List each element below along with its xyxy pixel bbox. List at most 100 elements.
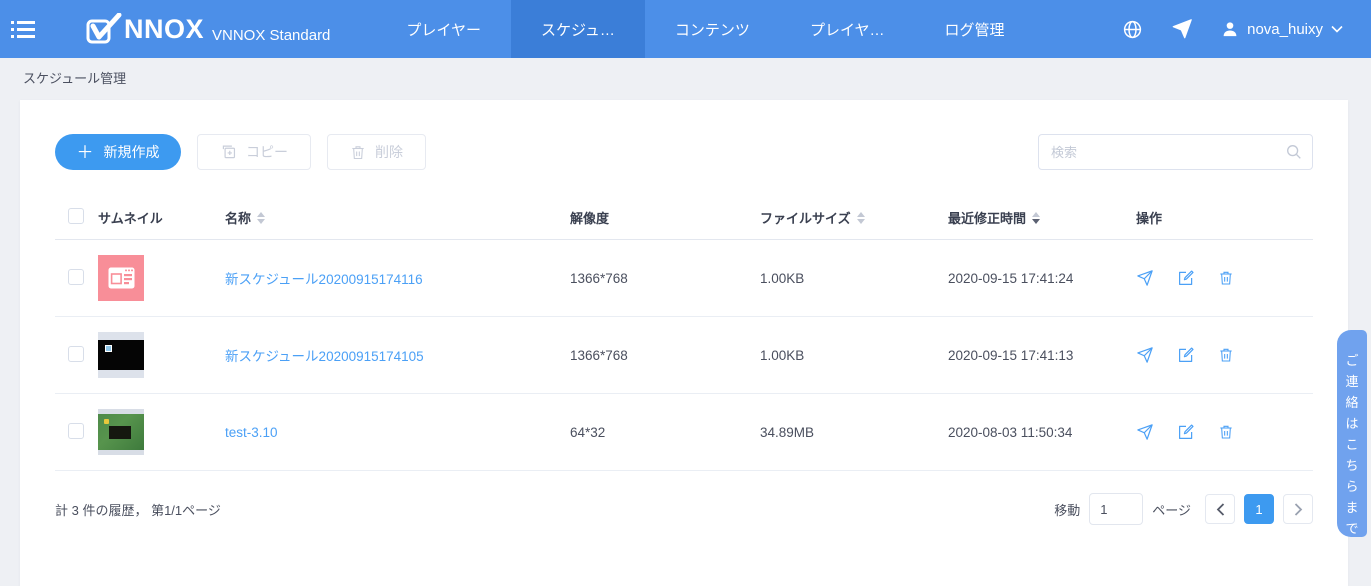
main-card: ＋ 新規作成 コピー 削除 [20, 100, 1348, 586]
search-icon[interactable] [1285, 143, 1303, 166]
layout-thumbnail-icon [108, 267, 135, 289]
table-header-row: サムネイル 名称 解像度 ファイルサイズ 最近修正時間 操 [55, 196, 1313, 240]
row-checkbox[interactable] [68, 346, 84, 362]
search-input[interactable] [1038, 134, 1313, 170]
table-row: 新スケジュール20200915174105 1366*768 1.00KB 20… [55, 317, 1313, 394]
nav-item-0[interactable]: プレイヤー [376, 0, 511, 58]
chevron-left-icon [1216, 503, 1225, 516]
nav-item-label: プレイヤ… [810, 19, 885, 40]
toolbar: ＋ 新規作成 コピー 削除 [20, 100, 1348, 170]
delete-icon[interactable] [1218, 346, 1234, 364]
publish-icon[interactable] [1136, 423, 1154, 441]
table-body: 新スケジュール20200915174116 1366*768 1.00KB 20… [55, 240, 1313, 471]
row-checkbox[interactable] [68, 269, 84, 285]
modified-value: 2020-09-15 17:41:13 [948, 348, 1136, 363]
thumbnail[interactable] [98, 409, 144, 455]
row-actions [1136, 423, 1313, 441]
contact-tab-text: ご連絡はこちらまで [1345, 350, 1358, 539]
row-actions [1136, 269, 1313, 287]
thumbnail[interactable] [98, 332, 144, 378]
contact-us-tab[interactable]: ご連絡はこちらまで [1337, 330, 1367, 537]
circuit-board-chip [109, 426, 131, 439]
table-row: test-3.10 64*32 34.89MB 2020-08-03 11:50… [55, 394, 1313, 471]
user-icon [1221, 20, 1239, 38]
schedule-table: サムネイル 名称 解像度 ファイルサイズ 最近修正時間 操 [55, 196, 1313, 471]
filesize-value: 1.00KB [760, 271, 948, 286]
edit-icon[interactable] [1177, 269, 1195, 287]
publish-icon[interactable] [1136, 346, 1154, 364]
user-menu[interactable]: nova_huixy [1221, 20, 1343, 38]
nav-item-4[interactable]: ログ管理 [915, 0, 1035, 58]
row-actions [1136, 346, 1313, 364]
navbar-right: nova_huixy [1122, 0, 1371, 58]
select-all-checkbox[interactable] [68, 208, 84, 224]
delete-icon[interactable] [1218, 269, 1234, 287]
delete-button[interactable]: 削除 [327, 134, 426, 170]
trash-icon [350, 144, 366, 161]
search-box [1038, 134, 1313, 170]
table-row: 新スケジュール20200915174116 1366*768 1.00KB 20… [55, 240, 1313, 317]
sort-modified-control[interactable] [1032, 212, 1040, 224]
page-1-button[interactable]: 1 [1244, 494, 1274, 524]
list-menu-icon [11, 21, 35, 38]
schedule-name-link[interactable]: test-3.10 [225, 425, 278, 440]
nav-item-label: スケジュ… [541, 19, 615, 40]
edit-icon[interactable] [1177, 346, 1195, 364]
chevron-down-icon [1331, 25, 1343, 33]
schedule-name-link[interactable]: 新スケジュール20200915174116 [225, 272, 423, 287]
sort-filesize-control[interactable] [857, 212, 865, 224]
plus-icon: ＋ [77, 144, 94, 161]
nav-item-1[interactable]: スケジュ… [511, 0, 645, 58]
next-page-button[interactable] [1283, 494, 1313, 524]
header-filesize: ファイルサイズ [760, 208, 851, 227]
edit-icon[interactable] [1177, 423, 1195, 441]
goto-label: 移動 [1054, 500, 1080, 519]
nav-item-3[interactable]: プレイヤ… [780, 0, 915, 58]
schedule-name-link[interactable]: 新スケジュール20200915174105 [225, 349, 424, 364]
delete-icon[interactable] [1218, 423, 1234, 441]
username: nova_huixy [1247, 21, 1323, 38]
resolution-value: 1366*768 [570, 271, 760, 286]
circuit-board-component [104, 419, 109, 424]
breadcrumb-bar: スケジュール管理 [0, 58, 1371, 96]
publish-icon[interactable] [1136, 269, 1154, 287]
filesize-value: 1.00KB [760, 348, 948, 363]
header-name: 名称 [225, 208, 251, 227]
pagination: 移動 ページ 1 [1054, 493, 1313, 525]
header-resolution: 解像度 [570, 208, 760, 227]
logo-subtitle: VNNOX Standard [212, 27, 330, 44]
new-schedule-button[interactable]: ＋ 新規作成 [55, 134, 181, 170]
vnnox-logo-icon [86, 13, 122, 45]
top-navbar: NNOX VNNOX Standard プレイヤー スケジュ… コンテンツ プレイヤ…… [0, 0, 1371, 58]
nav-item-2[interactable]: コンテンツ [645, 0, 780, 58]
thumbnail[interactable] [98, 255, 144, 301]
chevron-right-icon [1294, 503, 1303, 516]
menu-toggle-button[interactable] [0, 0, 46, 58]
screen-thumbnail-widget [105, 345, 112, 352]
header-modified: 最近修正時間 [948, 208, 1026, 227]
records-summary: 計 3 件の履歴， 第1/1ページ [55, 500, 221, 519]
modified-value: 2020-08-03 11:50:34 [948, 425, 1136, 440]
breadcrumb: スケジュール管理 [23, 68, 126, 87]
row-checkbox[interactable] [68, 423, 84, 439]
page-label: ページ [1152, 500, 1191, 519]
publish-plane-icon[interactable] [1171, 18, 1193, 40]
logo-text: NNOX [124, 14, 204, 45]
resolution-value: 64*32 [570, 425, 760, 440]
header-operations: 操作 [1136, 208, 1313, 227]
filesize-value: 34.89MB [760, 425, 948, 440]
nav-item-label: プレイヤー [406, 19, 481, 40]
copy-button[interactable]: コピー [197, 134, 311, 170]
resolution-value: 1366*768 [570, 348, 760, 363]
sort-name-control[interactable] [257, 212, 265, 224]
copy-icon [220, 144, 237, 161]
table-footer: 計 3 件の履歴， 第1/1ページ 移動 ページ 1 [20, 471, 1348, 525]
goto-page-input[interactable] [1089, 493, 1143, 525]
nav-item-label: ログ管理 [945, 19, 1005, 40]
nav-menu: プレイヤー スケジュ… コンテンツ プレイヤ… ログ管理 [376, 0, 1034, 58]
modified-value: 2020-09-15 17:41:24 [948, 271, 1136, 286]
logo[interactable]: NNOX VNNOX Standard [86, 0, 330, 58]
language-globe-icon[interactable] [1122, 19, 1143, 40]
prev-page-button[interactable] [1205, 494, 1235, 524]
delete-button-label: 削除 [375, 142, 403, 162]
